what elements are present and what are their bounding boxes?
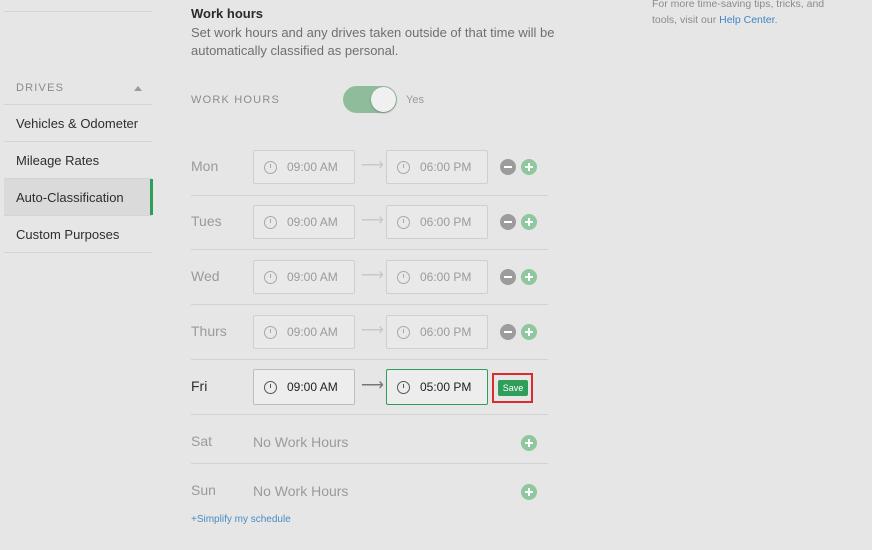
remove-icon[interactable] (500, 324, 516, 340)
day-label: Wed (191, 268, 220, 284)
sidebar-item-custom-purposes[interactable]: Custom Purposes (4, 216, 152, 253)
save-button[interactable]: Save (498, 380, 528, 396)
clock-icon (264, 160, 277, 174)
divider (4, 11, 152, 12)
end-time-input[interactable]: 06:00 PM (386, 205, 488, 239)
end-time-input[interactable]: 06:00 PM (386, 150, 488, 184)
remove-icon[interactable] (500, 159, 516, 175)
day-label: Tues (191, 213, 222, 229)
end-time-value: 06:00 PM (420, 160, 472, 174)
start-time-value: 09:00 AM (287, 160, 338, 174)
day-row-tues: Tues 09:00 AM ⟶ 06:00 PM (191, 205, 548, 239)
add-icon[interactable] (521, 269, 537, 285)
sidebar-item-mileage-rates[interactable]: Mileage Rates (4, 142, 152, 179)
arrow-right-icon: ⟶ (361, 377, 384, 394)
add-icon[interactable] (521, 484, 537, 500)
clock-icon (264, 270, 277, 284)
day-label: Sun (191, 482, 216, 498)
arrow-right-icon: ⟶ (361, 157, 384, 174)
day-row-wed: Wed 09:00 AM ⟶ 06:00 PM (191, 260, 548, 294)
end-time-value: 06:00 PM (420, 270, 472, 284)
arrow-right-icon: ⟶ (361, 322, 384, 339)
start-time-input[interactable]: 09:00 AM (253, 260, 355, 294)
clock-icon (397, 380, 410, 394)
tip-text-end: . (774, 14, 778, 26)
sidebar-item-vehicles-odometer[interactable]: Vehicles & Odometer (4, 105, 152, 142)
add-icon[interactable] (521, 435, 537, 451)
end-time-input[interactable]: 06:00 PM (386, 315, 488, 349)
start-time-input[interactable]: 09:00 AM (253, 150, 355, 184)
day-label: Fri (191, 378, 208, 394)
day-row-sat: Sat No Work Hours (191, 432, 548, 452)
clock-icon (264, 215, 277, 229)
clock-icon (397, 215, 410, 229)
settings-sidebar: DRIVES Vehicles & Odometer Mileage Rates… (4, 72, 153, 253)
clock-icon (397, 325, 410, 339)
start-time-input[interactable]: 09:00 AM (253, 315, 355, 349)
start-time-value: 09:00 AM (287, 215, 338, 229)
add-icon[interactable] (521, 159, 537, 175)
section-description: Set work hours and any drives taken outs… (191, 25, 555, 58)
sidebar-section-label: DRIVES (16, 82, 65, 94)
arrow-right-icon: ⟶ (361, 212, 384, 229)
end-time-value: 06:00 PM (420, 325, 472, 339)
clock-icon (397, 160, 410, 174)
sidebar-section-drives[interactable]: DRIVES (4, 72, 152, 105)
day-label: Sat (191, 433, 213, 449)
day-row-thurs: Thurs 09:00 AM ⟶ 06:00 PM (191, 315, 548, 349)
divider (191, 304, 548, 305)
work-hours-label: WORK HOURS (191, 94, 280, 106)
simplify-schedule-link[interactable]: +Simplify my schedule (191, 514, 291, 525)
divider (191, 249, 548, 250)
day-label: Mon (191, 158, 219, 174)
help-tip: For more time-saving tips, tricks, and t… (652, 0, 852, 28)
end-time-value: 06:00 PM (420, 215, 472, 229)
work-hours-toggle[interactable] (343, 86, 397, 113)
day-row-mon: Mon 09:00 AM ⟶ 06:00 PM (191, 150, 548, 184)
divider (191, 359, 548, 360)
no-work-hours-text: No Work Hours (253, 434, 349, 450)
start-time-input[interactable]: 09:00 AM (253, 205, 355, 239)
add-icon[interactable] (521, 214, 537, 230)
divider (191, 195, 548, 196)
clock-icon (397, 270, 410, 284)
save-button-highlight: Save (492, 373, 533, 403)
remove-icon[interactable] (500, 214, 516, 230)
end-time-input[interactable]: 06:00 PM (386, 260, 488, 294)
caret-up-icon[interactable] (134, 85, 142, 91)
section-title: Work hours (191, 6, 263, 21)
clock-icon (264, 380, 277, 394)
divider (191, 463, 548, 464)
remove-icon[interactable] (500, 269, 516, 285)
end-time-input[interactable]: 05:00 PM (386, 369, 488, 405)
clock-icon (264, 325, 277, 339)
start-time-input[interactable]: 09:00 AM (253, 369, 355, 405)
toggle-state-text: Yes (406, 94, 424, 106)
toggle-knob (371, 87, 396, 112)
start-time-value: 09:00 AM (287, 380, 338, 394)
no-work-hours-text: No Work Hours (253, 483, 349, 499)
help-center-link[interactable]: Help Center (719, 14, 774, 26)
sidebar-item-auto-classification[interactable]: Auto-Classification (4, 179, 153, 216)
start-time-value: 09:00 AM (287, 325, 338, 339)
end-time-value: 05:00 PM (420, 380, 472, 394)
day-row-sun: Sun No Work Hours (191, 481, 548, 501)
add-icon[interactable] (521, 324, 537, 340)
arrow-right-icon: ⟶ (361, 267, 384, 284)
start-time-value: 09:00 AM (287, 270, 338, 284)
day-label: Thurs (191, 323, 227, 339)
divider (191, 414, 548, 415)
